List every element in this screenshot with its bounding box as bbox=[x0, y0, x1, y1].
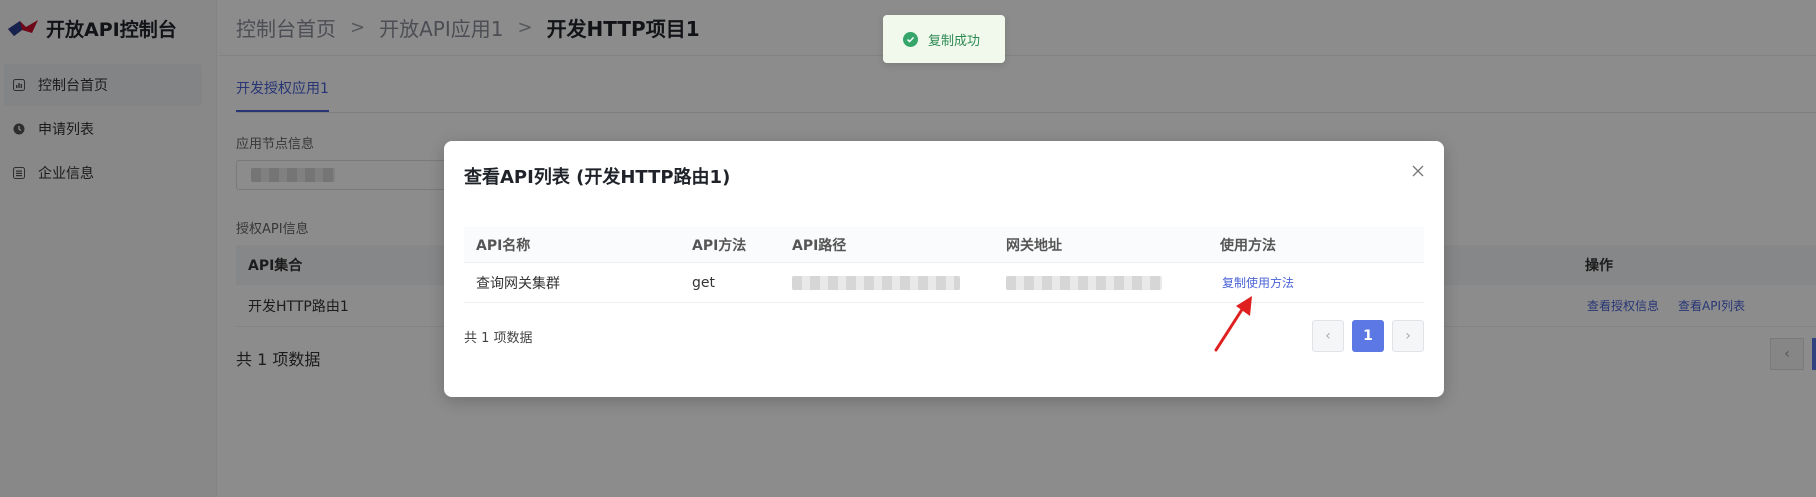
usage-cell: 复制使用方法 bbox=[1208, 274, 1424, 291]
api-name-cell: 查询网关集群 bbox=[476, 275, 560, 292]
api-method-cell: get bbox=[692, 274, 715, 291]
table-header: API名称 API方法 API路径 网关地址 使用方法 bbox=[464, 227, 1424, 263]
dialog-pagination: ‹ 1 › bbox=[1312, 320, 1424, 352]
api-list-table: API名称 API方法 API路径 网关地址 使用方法 查询网关集群 get 复… bbox=[464, 227, 1424, 303]
success-toast: 复制成功 bbox=[883, 15, 1005, 63]
toast-message: 复制成功 bbox=[928, 33, 981, 49]
copy-usage-link[interactable]: 复制使用方法 bbox=[1222, 276, 1294, 290]
column-header-api-path: API路径 bbox=[792, 237, 847, 254]
pagination-current-page[interactable]: 1 bbox=[1352, 320, 1384, 352]
pagination-prev-button[interactable]: ‹ bbox=[1312, 320, 1344, 352]
redacted-gateway-address bbox=[1006, 275, 1162, 290]
table-row: 查询网关集群 get 复制使用方法 bbox=[464, 263, 1424, 303]
dialog-title: 查看API列表 (开发HTTP路由1) bbox=[464, 167, 731, 188]
column-header-api-name: API名称 bbox=[476, 237, 531, 254]
api-path-cell bbox=[780, 275, 994, 291]
gateway-address-cell bbox=[994, 275, 1208, 291]
column-header-gateway-address: 网关地址 bbox=[1006, 237, 1062, 254]
pagination-next-button[interactable]: › bbox=[1392, 320, 1424, 352]
dialog-total-count: 共 1 项数据 bbox=[464, 331, 533, 346]
check-circle-icon bbox=[903, 31, 918, 47]
redacted-api-path bbox=[792, 275, 960, 290]
column-header-api-method: API方法 bbox=[692, 237, 747, 254]
api-list-dialog: 查看API列表 (开发HTTP路由1) API名称 API方法 API路径 网关… bbox=[444, 141, 1444, 397]
column-header-usage: 使用方法 bbox=[1220, 237, 1276, 254]
close-icon[interactable] bbox=[1410, 163, 1426, 179]
